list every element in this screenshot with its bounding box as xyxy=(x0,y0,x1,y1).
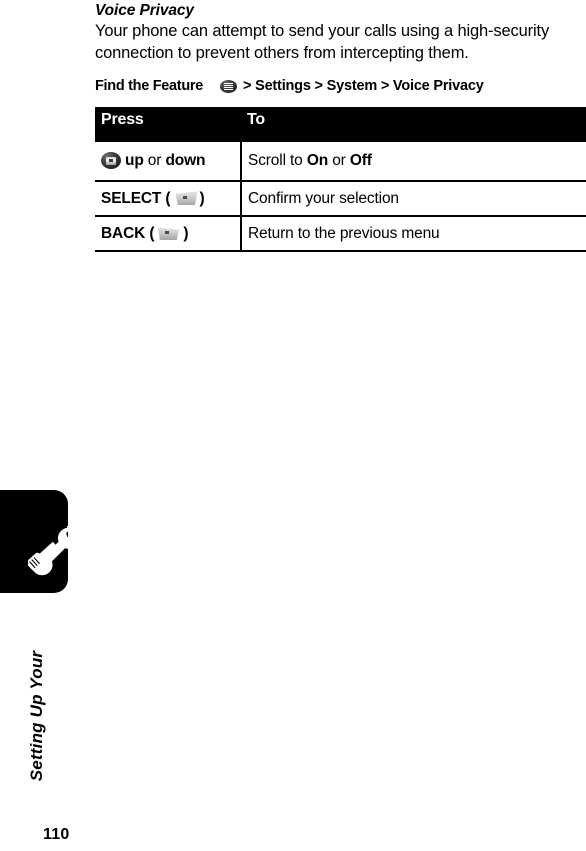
to-value-on: On xyxy=(306,152,329,169)
to-cell: Confirm your selection xyxy=(241,181,586,217)
section-paragraph: Your phone can attempt to send your call… xyxy=(95,22,550,62)
tools-icon xyxy=(28,526,80,576)
table-row: BACK () Return to the previous menu xyxy=(95,216,586,252)
page-number: 110 xyxy=(43,826,70,843)
column-header-to: To xyxy=(241,107,586,142)
to-value-off: Off xyxy=(349,152,372,169)
press-key-label-select: SELECT xyxy=(101,189,162,207)
press-key-label-up: up xyxy=(125,152,144,169)
table-row: up or down Scroll to On or Off xyxy=(95,142,586,182)
nav-key-icon xyxy=(101,152,121,170)
menu-key-icon xyxy=(220,79,237,93)
page-content: Voice Privacy Your phone can attempt to … xyxy=(95,0,586,252)
soft-key-left-icon xyxy=(172,191,198,206)
open-paren: ( xyxy=(149,224,155,242)
press-cell: BACK () xyxy=(95,216,242,252)
to-text: Confirm your selection xyxy=(248,189,399,207)
press-to-table: Press To up or down Scroll to On or Off … xyxy=(95,107,586,252)
close-paren: ) xyxy=(183,224,189,242)
to-cell: Scroll to On or Off xyxy=(241,142,586,182)
press-key-label-back: BACK xyxy=(101,224,146,242)
column-header-press: Press xyxy=(95,107,241,142)
chapter-title: Setting Up Your xyxy=(27,650,46,782)
to-text: Return to the previous menu xyxy=(248,224,440,242)
open-paren: ( xyxy=(165,189,171,207)
table-header-row: Press To xyxy=(95,107,586,142)
press-cell: up or down xyxy=(95,142,242,182)
close-paren: ) xyxy=(199,189,205,207)
press-key-label-down: down xyxy=(165,152,206,169)
to-text-prefix: Scroll to xyxy=(248,152,307,169)
find-the-feature-line: Find the Feature > Settings > System > V… xyxy=(95,77,586,95)
soft-key-right-icon xyxy=(156,226,181,241)
press-cell: SELECT () xyxy=(95,181,242,217)
press-conjunction: or xyxy=(143,152,166,169)
section-heading: Voice Privacy xyxy=(95,2,194,19)
find-the-feature-label: Find the Feature xyxy=(95,78,203,94)
table-row: SELECT () Confirm your selection xyxy=(95,181,586,217)
to-cell: Return to the previous menu xyxy=(241,216,586,252)
chapter-tab xyxy=(0,490,80,593)
find-the-feature-path: > Settings > System > Voice Privacy xyxy=(243,78,484,94)
to-text-middle: or xyxy=(328,152,350,169)
